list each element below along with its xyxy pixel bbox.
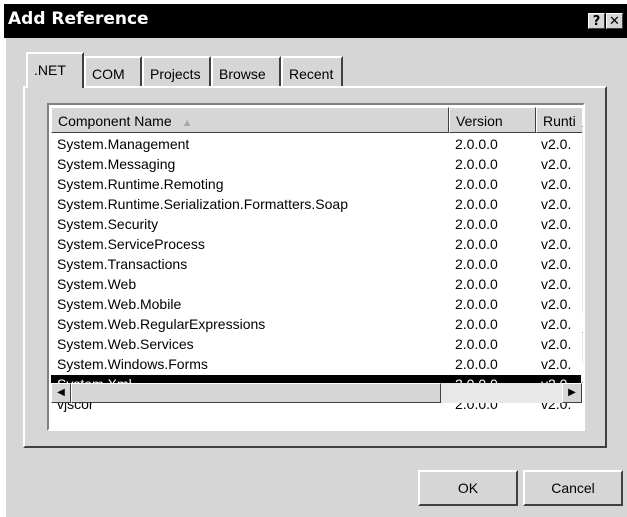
table-row[interactable]: System.Web.Services 2.0.0.0 v2.0.: [51, 335, 581, 355]
window-title: Add Reference: [8, 9, 149, 29]
cell-component-name: System.Runtime.Remoting: [57, 176, 224, 192]
scroll-down-button[interactable]: ▼: [582, 363, 583, 383]
vertical-scrollbar[interactable]: ▲ ▼: [582, 107, 583, 383]
tab-dotnet[interactable]: .NET: [26, 52, 84, 88]
cell-runtime: v2.0.: [541, 236, 572, 252]
cell-component-name: System.Web: [57, 276, 137, 292]
column-header-version[interactable]: Version: [449, 107, 536, 133]
scroll-left-button[interactable]: ◀: [51, 383, 71, 403]
table-row[interactable]: System.Runtime.Serialization.Formatters.…: [51, 195, 581, 215]
cell-runtime: v2.0.: [541, 136, 572, 152]
cell-version: 2.0.0.0: [455, 216, 498, 232]
table-row[interactable]: System.Windows.Forms 2.0.0.0 v2.0.: [51, 355, 581, 375]
table-row[interactable]: System.Management 2.0.0.0 v2.0.: [51, 135, 581, 155]
close-button[interactable]: ✕: [606, 13, 623, 29]
cell-version: 2.0.0.0: [455, 356, 498, 372]
cell-runtime: v2.0.: [541, 336, 572, 352]
horizontal-scroll-thumb[interactable]: [71, 383, 441, 403]
cell-component-name: System.Messaging: [57, 156, 176, 172]
cell-version: 2.0.0.0: [455, 196, 498, 212]
table-row[interactable]: System.Web.Mobile 2.0.0.0 v2.0.: [51, 295, 581, 315]
ok-button[interactable]: OK: [418, 470, 518, 506]
table-row[interactable]: System.Runtime.Remoting 2.0.0.0 v2.0.: [51, 175, 581, 195]
cell-component-name: System.Transactions: [57, 256, 188, 272]
help-button[interactable]: ?: [588, 13, 605, 29]
horizontal-scrollbar[interactable]: ◀ ▶: [51, 383, 582, 403]
table-row[interactable]: System.Security 2.0.0.0 v2.0.: [51, 215, 581, 235]
cell-version: 2.0.0.0: [455, 156, 498, 172]
cell-version: 2.0.0.0: [455, 296, 498, 312]
cell-runtime: v2.0.: [541, 256, 572, 272]
tab-browse[interactable]: Browse: [211, 56, 281, 86]
cell-component-name: System.Web.Mobile: [57, 296, 182, 312]
cell-runtime: v2.0.: [541, 196, 572, 212]
scroll-right-button[interactable]: ▶: [562, 383, 582, 403]
cell-runtime: v2.0.: [541, 156, 572, 172]
table-row[interactable]: System.Web.RegularExpressions 2.0.0.0 v2.0…: [51, 315, 581, 335]
cancel-button[interactable]: Cancel: [523, 470, 623, 506]
column-header-label: Component Name: [58, 113, 172, 129]
cell-version: 2.0.0.0: [455, 256, 498, 272]
cell-component-name: System.Web.Services: [57, 336, 194, 352]
column-header-runtime[interactable]: Runti: [536, 107, 583, 133]
cell-runtime: v2.0.: [541, 356, 572, 372]
cell-version: 2.0.0.0: [455, 336, 498, 352]
cell-component-name: System.Web.RegularExpressions: [57, 316, 266, 332]
cell-version: 2.0.0.0: [455, 236, 498, 252]
sort-ascending-icon: ▲: [181, 117, 193, 129]
cell-version: 2.0.0.0: [455, 176, 498, 192]
cell-component-name: System.Security: [57, 216, 159, 232]
list-header: Component Name ▲ Version Runti: [51, 107, 583, 133]
cell-component-name: System.ServiceProcess: [57, 236, 205, 252]
table-row[interactable]: System.Messaging 2.0.0.0 v2.0.: [51, 155, 581, 175]
cell-component-name: System.Management: [57, 136, 190, 152]
cell-version: 2.0.0.0: [455, 316, 498, 332]
column-header-component-name[interactable]: Component Name ▲: [51, 107, 449, 133]
cell-runtime: v2.0.: [541, 176, 572, 192]
cell-component-name: System.Windows.Forms: [57, 356, 208, 372]
cell-runtime: v2.0.: [541, 276, 572, 292]
scroll-up-button[interactable]: ▲: [582, 107, 583, 127]
component-list[interactable]: Component Name ▲ Version Runti System.Man…: [47, 103, 585, 431]
tab-projects[interactable]: Projects: [142, 56, 211, 86]
cell-version: 2.0.0.0: [455, 136, 498, 152]
tab-recent[interactable]: Recent: [281, 56, 343, 86]
cell-runtime: v2.0.: [541, 216, 572, 232]
cell-component-name: System.Runtime.Serialization.Formatters.…: [57, 196, 348, 212]
cell-runtime: v2.0.: [541, 296, 572, 312]
tab-com[interactable]: COM: [84, 56, 142, 86]
scroll-thumb[interactable]: [582, 313, 583, 333]
cell-runtime: v2.0.: [541, 316, 572, 332]
table-row[interactable]: System.ServiceProcess 2.0.0.0 v2.0.: [51, 235, 581, 255]
table-row[interactable]: System.Transactions 2.0.0.0 v2.0.: [51, 255, 581, 275]
table-row[interactable]: System.Web 2.0.0.0 v2.0.: [51, 275, 581, 295]
cell-version: 2.0.0.0: [455, 276, 498, 292]
title-bar[interactable]: Add Reference ? ✕: [4, 4, 627, 38]
